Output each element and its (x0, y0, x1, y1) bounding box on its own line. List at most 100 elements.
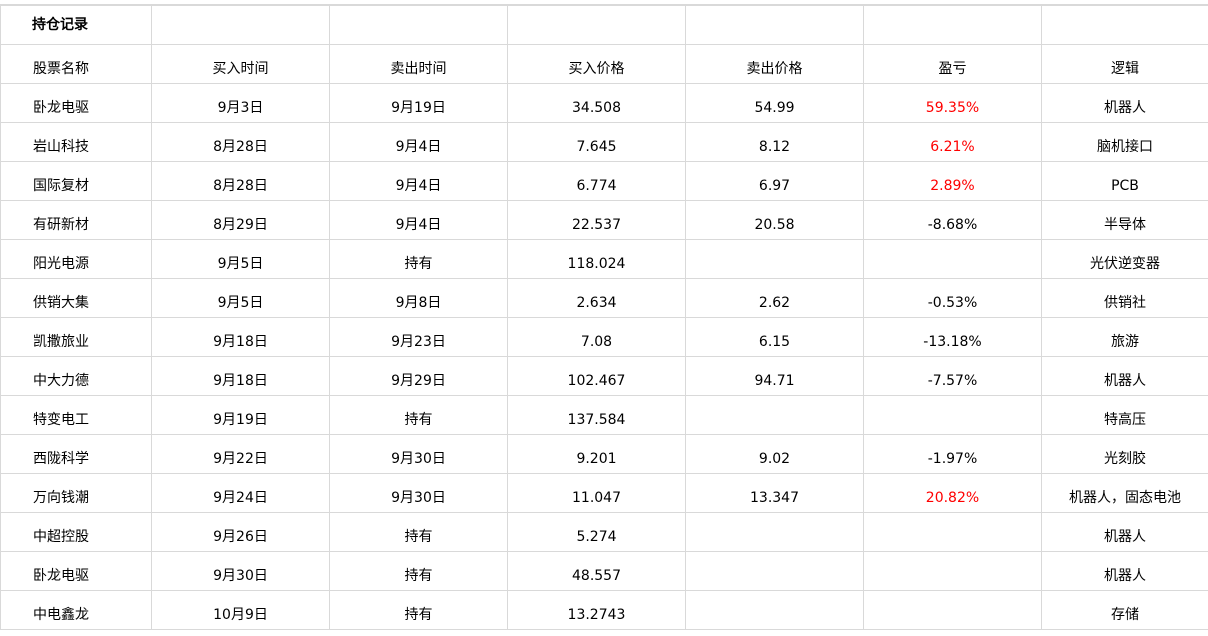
cell-stock-name[interactable]: 特变电工 (0, 395, 152, 435)
cell-buy-price[interactable]: 6.774 (507, 161, 686, 201)
cell-buy-date[interactable]: 10月9日 (151, 590, 330, 630)
cell-buy-date[interactable]: 9月24日 (151, 473, 330, 513)
sheet-title-cell[interactable]: 持仓记录 (0, 5, 152, 45)
cell-buy-date[interactable]: 9月18日 (151, 356, 330, 396)
cell-buy-price[interactable]: 9.201 (507, 434, 686, 474)
empty-cell[interactable] (1041, 5, 1208, 45)
cell-logic[interactable]: 机器人 (1041, 356, 1208, 396)
cell-buy-price[interactable]: 13.2743 (507, 590, 686, 630)
cell-stock-name[interactable]: 中超控股 (0, 512, 152, 552)
cell-sell-date[interactable]: 9月4日 (329, 122, 508, 162)
empty-cell[interactable] (507, 5, 686, 45)
cell-buy-price[interactable]: 11.047 (507, 473, 686, 513)
cell-pnl[interactable]: 59.35% (863, 83, 1042, 123)
cell-sell-price[interactable]: 6.15 (685, 317, 864, 357)
cell-pnl[interactable]: -8.68% (863, 200, 1042, 240)
cell-logic[interactable]: 光刻胶 (1041, 434, 1208, 474)
cell-stock-name[interactable]: 卧龙电驱 (0, 83, 152, 123)
cell-pnl[interactable] (863, 239, 1042, 279)
cell-sell-date[interactable]: 持有 (329, 551, 508, 591)
cell-pnl[interactable]: -7.57% (863, 356, 1042, 396)
cell-buy-price[interactable]: 137.584 (507, 395, 686, 435)
cell-sell-date[interactable]: 9月4日 (329, 200, 508, 240)
cell-sell-price[interactable]: 54.99 (685, 83, 864, 123)
cell-sell-price[interactable]: 9.02 (685, 434, 864, 474)
empty-cell[interactable] (151, 5, 330, 45)
cell-buy-date[interactable]: 8月28日 (151, 161, 330, 201)
cell-stock-name[interactable]: 供销大集 (0, 278, 152, 318)
cell-logic[interactable]: PCB (1041, 161, 1208, 201)
cell-logic[interactable]: 光伏逆变器 (1041, 239, 1208, 279)
cell-pnl[interactable]: 20.82% (863, 473, 1042, 513)
cell-buy-price[interactable]: 7.645 (507, 122, 686, 162)
cell-sell-price[interactable] (685, 551, 864, 591)
cell-logic[interactable]: 旅游 (1041, 317, 1208, 357)
cell-buy-date[interactable]: 9月18日 (151, 317, 330, 357)
cell-stock-name[interactable]: 中电鑫龙 (0, 590, 152, 630)
cell-logic[interactable]: 脑机接口 (1041, 122, 1208, 162)
cell-buy-price[interactable]: 5.274 (507, 512, 686, 552)
cell-sell-price[interactable]: 8.12 (685, 122, 864, 162)
header-cell-pnl[interactable]: 盈亏 (863, 44, 1042, 84)
cell-sell-price[interactable] (685, 395, 864, 435)
header-cell-sell-date[interactable]: 卖出时间 (329, 44, 508, 84)
cell-logic[interactable]: 机器人，固态电池 (1041, 473, 1208, 513)
cell-sell-price[interactable]: 13.347 (685, 473, 864, 513)
cell-logic[interactable]: 供销社 (1041, 278, 1208, 318)
cell-buy-date[interactable]: 8月29日 (151, 200, 330, 240)
cell-logic[interactable]: 机器人 (1041, 512, 1208, 552)
header-cell-sell-price[interactable]: 卖出价格 (685, 44, 864, 84)
cell-sell-price[interactable]: 94.71 (685, 356, 864, 396)
cell-buy-price[interactable]: 7.08 (507, 317, 686, 357)
cell-sell-price[interactable]: 20.58 (685, 200, 864, 240)
cell-buy-date[interactable]: 9月22日 (151, 434, 330, 474)
header-cell-buy-date[interactable]: 买入时间 (151, 44, 330, 84)
cell-stock-name[interactable]: 卧龙电驱 (0, 551, 152, 591)
cell-logic[interactable]: 特高压 (1041, 395, 1208, 435)
cell-buy-price[interactable]: 48.557 (507, 551, 686, 591)
cell-logic[interactable]: 半导体 (1041, 200, 1208, 240)
header-cell-name[interactable]: 股票名称 (0, 44, 152, 84)
cell-sell-date[interactable]: 持有 (329, 239, 508, 279)
cell-pnl[interactable] (863, 512, 1042, 552)
empty-cell[interactable] (863, 5, 1042, 45)
cell-stock-name[interactable]: 国际复材 (0, 161, 152, 201)
cell-sell-price[interactable]: 2.62 (685, 278, 864, 318)
cell-sell-price[interactable] (685, 590, 864, 630)
cell-sell-date[interactable]: 持有 (329, 395, 508, 435)
cell-buy-price[interactable]: 102.467 (507, 356, 686, 396)
cell-pnl[interactable]: -13.18% (863, 317, 1042, 357)
cell-buy-price[interactable]: 118.024 (507, 239, 686, 279)
cell-pnl[interactable]: -0.53% (863, 278, 1042, 318)
cell-logic[interactable]: 机器人 (1041, 551, 1208, 591)
cell-buy-price[interactable]: 2.634 (507, 278, 686, 318)
cell-buy-price[interactable]: 22.537 (507, 200, 686, 240)
cell-pnl[interactable]: 2.89% (863, 161, 1042, 201)
cell-stock-name[interactable]: 万向钱潮 (0, 473, 152, 513)
cell-sell-date[interactable]: 9月19日 (329, 83, 508, 123)
cell-sell-price[interactable] (685, 239, 864, 279)
cell-buy-date[interactable]: 9月3日 (151, 83, 330, 123)
cell-sell-date[interactable]: 持有 (329, 512, 508, 552)
cell-buy-date[interactable]: 9月5日 (151, 278, 330, 318)
cell-sell-date[interactable]: 9月23日 (329, 317, 508, 357)
cell-sell-price[interactable]: 6.97 (685, 161, 864, 201)
cell-sell-date[interactable]: 持有 (329, 590, 508, 630)
cell-pnl[interactable] (863, 395, 1042, 435)
cell-buy-date[interactable]: 9月5日 (151, 239, 330, 279)
cell-pnl[interactable] (863, 551, 1042, 591)
cell-stock-name[interactable]: 中大力德 (0, 356, 152, 396)
cell-buy-date[interactable]: 9月26日 (151, 512, 330, 552)
cell-sell-date[interactable]: 9月30日 (329, 473, 508, 513)
cell-stock-name[interactable]: 有研新材 (0, 200, 152, 240)
cell-stock-name[interactable]: 西陇科学 (0, 434, 152, 474)
cell-sell-date[interactable]: 9月8日 (329, 278, 508, 318)
cell-sell-price[interactable] (685, 512, 864, 552)
empty-cell[interactable] (685, 5, 864, 45)
cell-stock-name[interactable]: 岩山科技 (0, 122, 152, 162)
cell-sell-date[interactable]: 9月30日 (329, 434, 508, 474)
cell-buy-date[interactable]: 9月19日 (151, 395, 330, 435)
cell-pnl[interactable]: 6.21% (863, 122, 1042, 162)
cell-sell-date[interactable]: 9月4日 (329, 161, 508, 201)
cell-buy-price[interactable]: 34.508 (507, 83, 686, 123)
